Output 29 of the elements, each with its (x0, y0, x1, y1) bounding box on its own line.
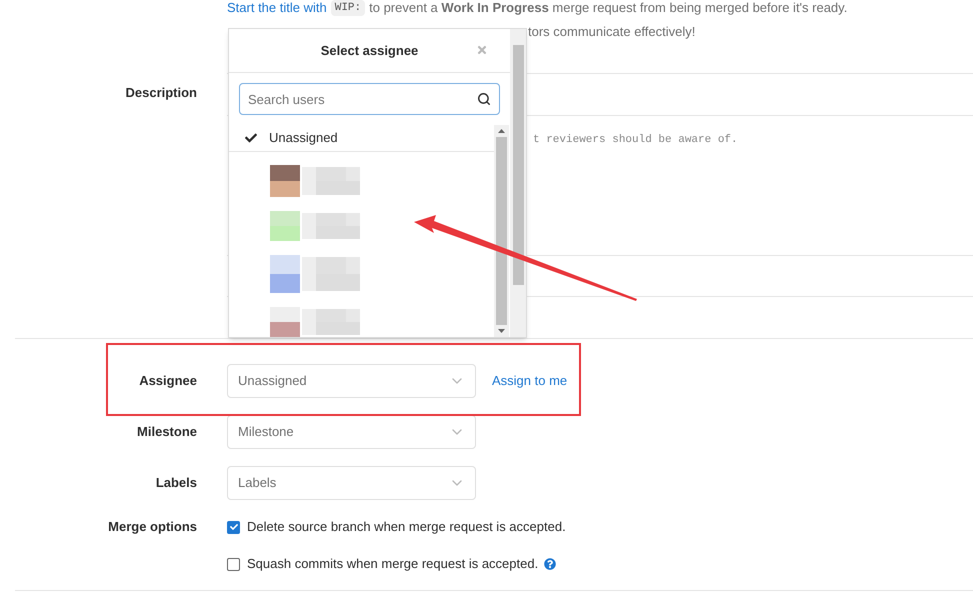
select-dropdown[interactable]: Labels (227, 466, 476, 500)
field-label: Description (125, 85, 197, 100)
check-icon (245, 132, 257, 144)
scrollbar[interactable] (494, 125, 509, 337)
scroll-up-icon[interactable] (498, 129, 505, 133)
hint-text: tors communicate effectively! (528, 23, 696, 42)
help-link[interactable]: Start the title with (227, 0, 327, 18)
scroll-down-icon[interactable] (498, 329, 505, 333)
search-field[interactable]: Search users (239, 83, 500, 115)
scrollbar[interactable] (510, 29, 526, 337)
field-label: Merge options (108, 519, 197, 534)
placeholder-text: t reviewers should be aware of. (533, 134, 738, 146)
field-label: Milestone (137, 424, 197, 440)
checkbox[interactable] (227, 520, 240, 534)
dropdown-title: Select assignee (320, 42, 418, 60)
field-label: Labels (156, 475, 197, 490)
check-icon (230, 523, 238, 531)
search-icon (477, 92, 491, 106)
field-label: Assignee (139, 373, 197, 388)
checkbox[interactable] (227, 558, 240, 570)
dropdown-option[interactable]: Unassigned (229, 125, 494, 152)
select-dropdown[interactable]: Unassigned (227, 364, 476, 398)
select-dropdown[interactable]: Milestone (227, 415, 476, 449)
code-snippet: WIP: (330, 0, 366, 16)
help-icon[interactable] (544, 558, 556, 570)
assign-to-me-link[interactable]: Assign to me (492, 371, 568, 391)
checkbox-label: Squash commits when merge request is accepted. (247, 555, 538, 574)
hint-text: to prevent a Work In Progress merge request from being merged before it's ready. (369, 0, 848, 18)
checkbox-label: Delete source branch when merge request is accepted. (247, 518, 566, 536)
